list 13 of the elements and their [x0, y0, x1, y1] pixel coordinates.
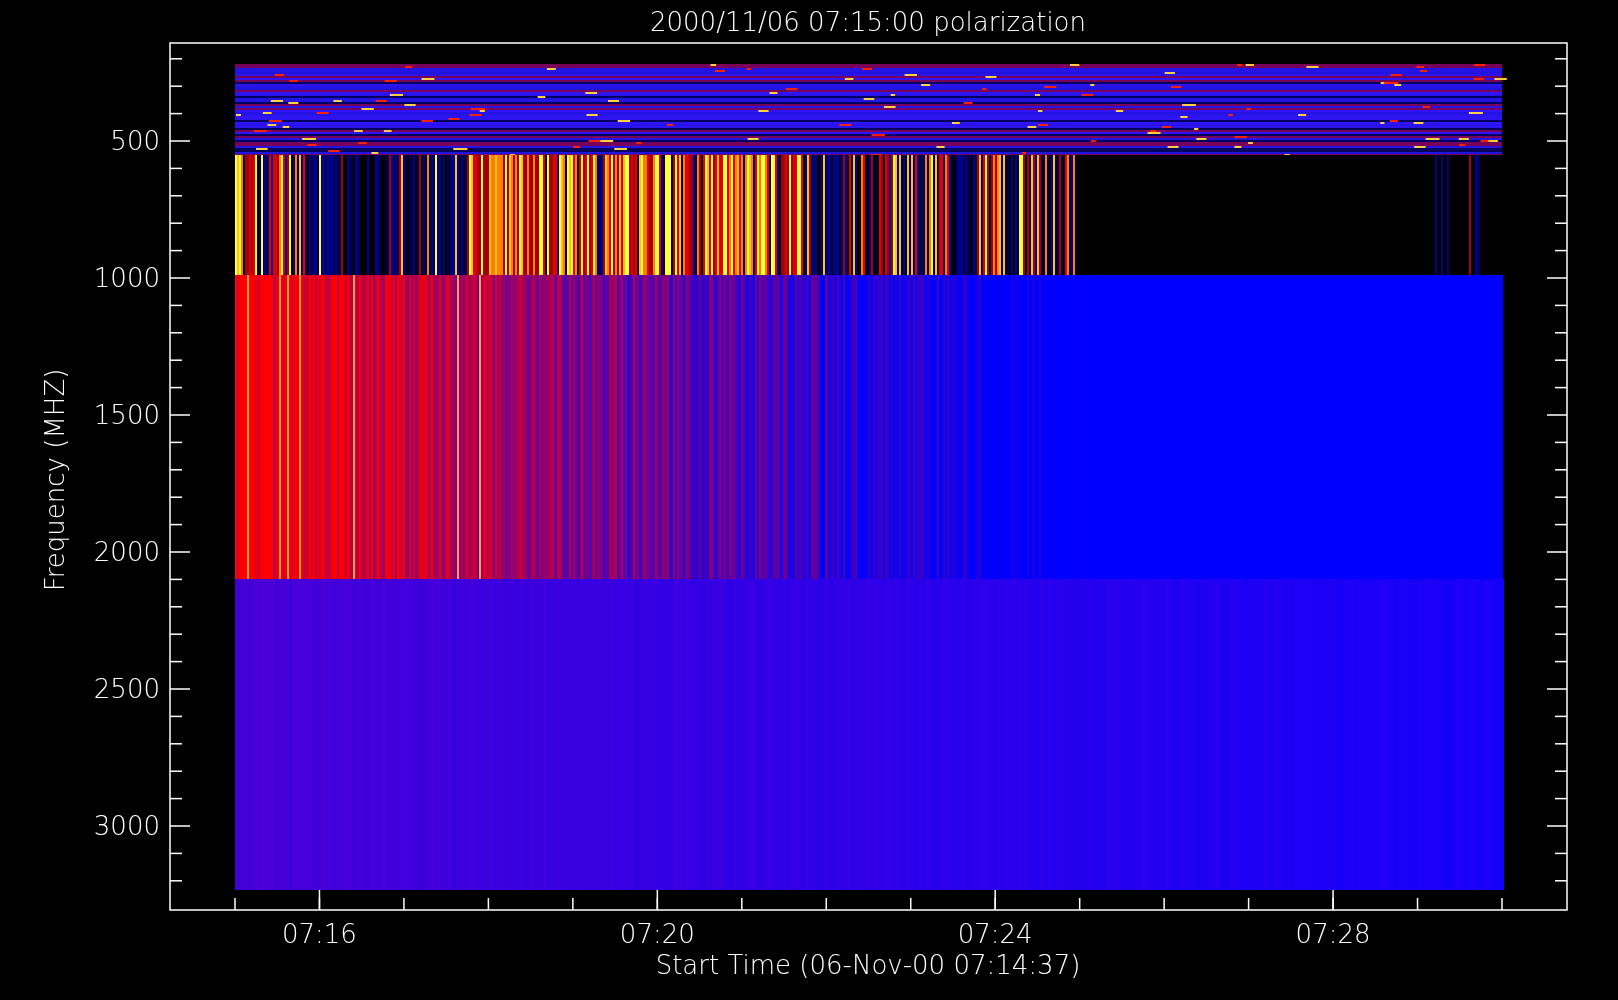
y-tick-label: 500	[110, 126, 160, 156]
y-tick-label: 2500	[93, 674, 160, 704]
y-tick-label: 1500	[93, 400, 160, 430]
y-tick-label: 1000	[93, 263, 160, 293]
x-tick-label: 07:16	[282, 919, 357, 949]
y-tick-label: 3000	[93, 811, 160, 841]
x-axis-label: Start Time (06-Nov-00 07:14:37)	[655, 950, 1081, 980]
y-axis-label: Frequency (MHZ)	[40, 368, 70, 592]
y-tick-label: 2000	[93, 537, 160, 567]
x-tick-label: 07:24	[957, 919, 1033, 949]
x-tick-label: 07:28	[1295, 919, 1371, 949]
chart-title: 2000/11/06 07:15:00 polarization	[650, 7, 1086, 37]
x-tick-label: 07:20	[619, 919, 695, 949]
